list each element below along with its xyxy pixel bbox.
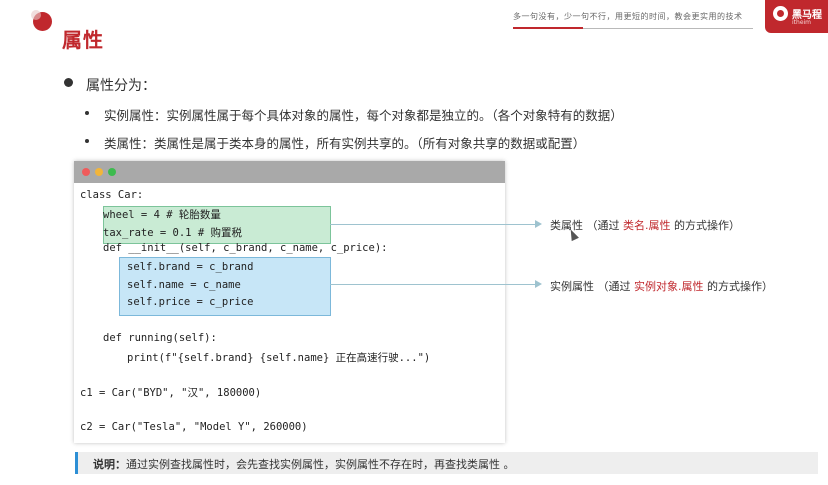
code-titlebar bbox=[74, 161, 505, 183]
annotation-suffix: 的方式操作） bbox=[703, 280, 773, 293]
annotation-prefix: 类属性 （通过 bbox=[550, 219, 623, 232]
code-line: self.price = c_price bbox=[127, 296, 254, 308]
code-line: class Car: bbox=[80, 189, 144, 201]
class-attr-arrow bbox=[330, 224, 535, 225]
title-decoration bbox=[31, 10, 52, 31]
instance-attr-description: 实例属性：实例属性属于每个具体对象的属性，每个对象都是独立的。（各个对象特有的数… bbox=[104, 108, 623, 123]
annotation-suffix: 的方式操作） bbox=[670, 219, 740, 232]
code-line: c1 = Car("BYD", "汉", 180000) bbox=[80, 387, 262, 399]
slogan-underline bbox=[513, 27, 753, 29]
note-text: 通过实例查找属性时，会先查找实例属性，实例属性不存在时，再查找类属性 。 bbox=[126, 458, 515, 471]
code-line: wheel = 4 # 轮胎数量 bbox=[103, 209, 221, 221]
class-attr-description: 类属性：类属性是属于类本身的属性，所有实例共享的。（所有对象共享的数据或配置） bbox=[104, 136, 586, 151]
code-line: c2 = Car("Tesla", "Model Y", 260000) bbox=[80, 421, 308, 433]
annotation-highlight: 实例对象.属性 bbox=[634, 280, 704, 293]
annotation-prefix: 实例属性 （通过 bbox=[550, 280, 634, 293]
code-window: class Car: wheel = 4 # 轮胎数量 tax_rate = 0… bbox=[74, 161, 505, 443]
sub-bullet-icon bbox=[85, 111, 89, 115]
code-line: def __init__(self, c_brand, c_name, c_pr… bbox=[103, 242, 388, 254]
maximize-dot-icon bbox=[108, 168, 116, 176]
slogan: 多一句没有，少一句不行，用更短的时间，教会更实用的技术 bbox=[513, 12, 743, 21]
brand-logo: 黑马程 itheim bbox=[765, 0, 828, 33]
code-line: self.brand = c_brand bbox=[127, 261, 254, 273]
code-line: def running(self): bbox=[103, 332, 217, 344]
note-content: 说明：通过实例查找属性时，会先查找实例属性，实例属性不存在时，再查找类属性 。 bbox=[93, 456, 515, 472]
main-bullet-text: 属性分为： bbox=[86, 78, 156, 94]
note-bar: 说明：通过实例查找属性时，会先查找实例属性，实例属性不存在时，再查找类属性 。 bbox=[75, 452, 818, 474]
arrow-head-icon bbox=[535, 220, 542, 228]
instance-attr-arrow bbox=[330, 284, 535, 285]
logo-icon bbox=[773, 6, 788, 21]
code-line: tax_rate = 0.1 # 购置税 bbox=[103, 227, 242, 239]
class-attr-annotation: 类属性 （通过 类名.属性 的方式操作） bbox=[550, 217, 740, 233]
code-line: print(f"{self.brand} {self.name} 正在高速行驶.… bbox=[127, 352, 431, 364]
annotation-highlight: 类名.属性 bbox=[623, 219, 671, 232]
bullet-icon bbox=[64, 78, 73, 87]
arrow-head-icon bbox=[535, 280, 542, 288]
note-label: 说明： bbox=[93, 458, 126, 471]
code-line: self.name = c_name bbox=[127, 279, 241, 291]
page-title: 属性 bbox=[62, 28, 104, 52]
logo-subtext: itheim bbox=[792, 19, 812, 26]
close-dot-icon bbox=[82, 168, 90, 176]
minimize-dot-icon bbox=[95, 168, 103, 176]
instance-attr-annotation: 实例属性 （通过 实例对象.属性 的方式操作） bbox=[550, 278, 773, 294]
sub-bullet-icon bbox=[85, 139, 89, 143]
